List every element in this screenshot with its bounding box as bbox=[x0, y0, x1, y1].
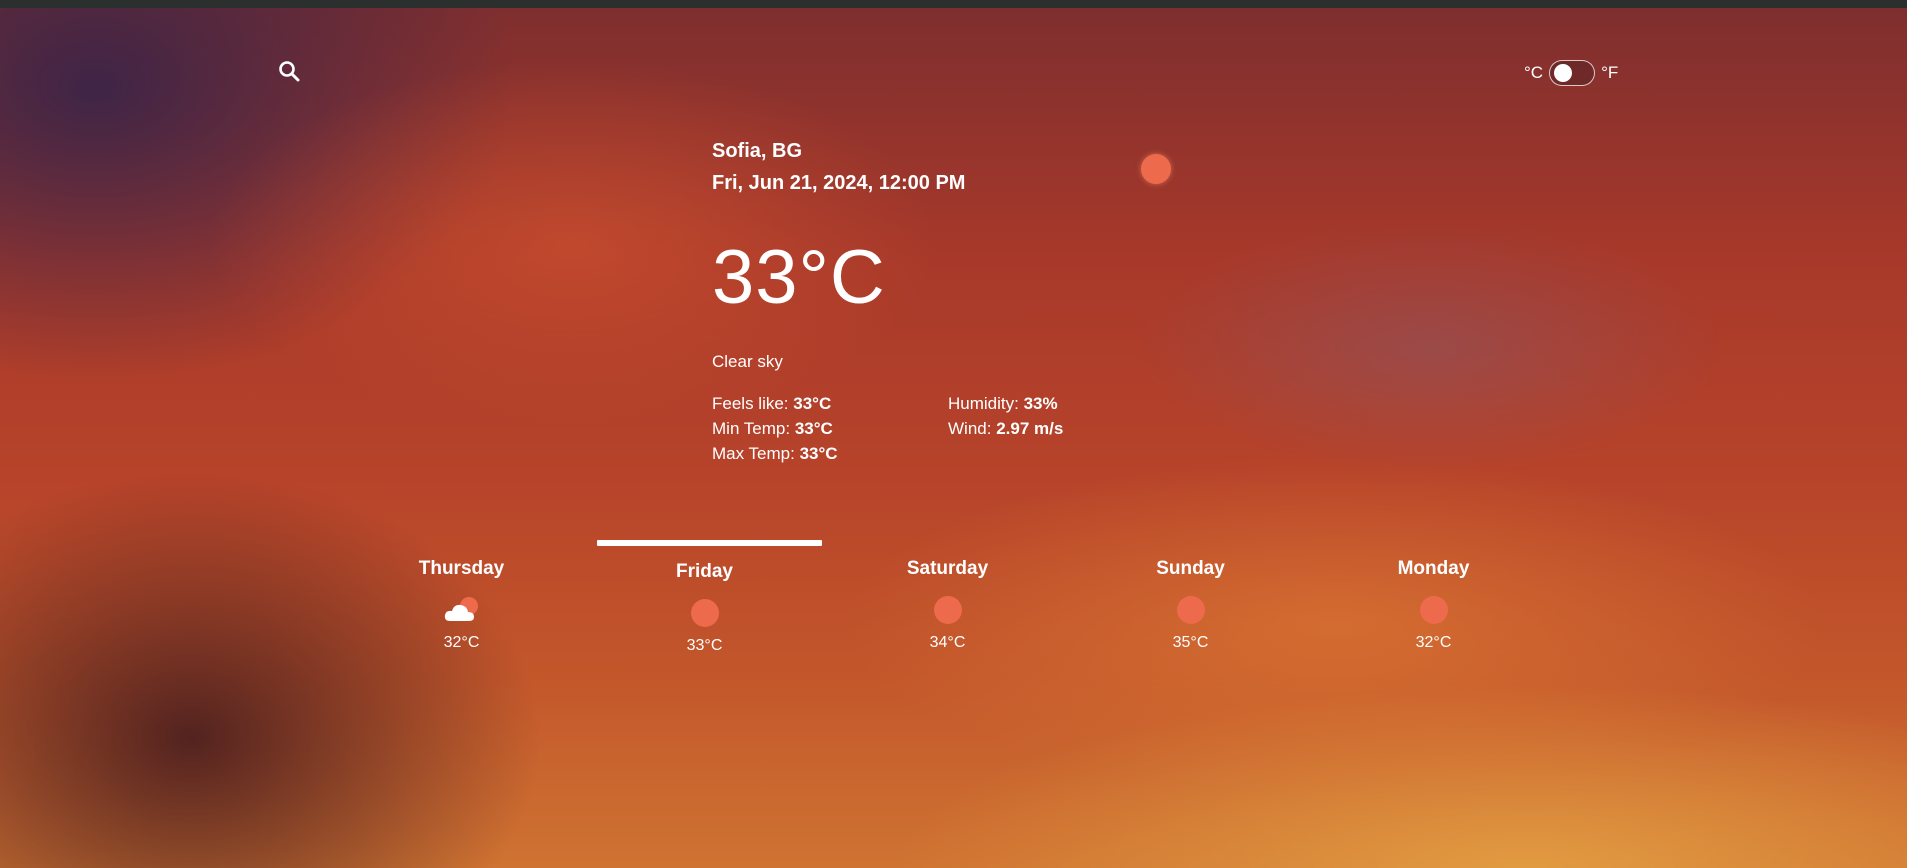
max-temp: Max Temp: 33°C bbox=[712, 444, 948, 464]
min-temp: Min Temp: 33°C bbox=[712, 419, 948, 439]
wind: Wind: 2.97 m/s bbox=[948, 419, 1148, 439]
feels-like-value: 33°C bbox=[793, 394, 832, 413]
feels-like: Feels like: 33°C bbox=[712, 394, 948, 414]
forecast-day-name: Monday bbox=[1397, 558, 1470, 579]
max-temp-value: 33°C bbox=[799, 444, 838, 463]
forecast-day-name: Thursday bbox=[418, 558, 505, 579]
sun-icon-wrapper bbox=[583, 591, 826, 635]
feels-like-label: Feels like: bbox=[712, 394, 794, 413]
humidity: Humidity: 33% bbox=[948, 394, 1148, 414]
sun-icon bbox=[1419, 596, 1448, 624]
sun-icon bbox=[690, 599, 719, 627]
weather-details: Feels like: 33°C Humidity: 33% Min Temp:… bbox=[712, 394, 1412, 464]
forecast-day-name: Sunday bbox=[1156, 558, 1225, 579]
forecast-temp: 32°C bbox=[443, 634, 480, 651]
humidity-value: 33% bbox=[1023, 394, 1058, 413]
forecast-day-friday[interactable]: Friday 33°C bbox=[583, 540, 826, 680]
celsius-label: °C bbox=[1524, 63, 1544, 82]
forecast-temp: 32°C bbox=[1415, 634, 1452, 651]
sun-icon-wrapper bbox=[1312, 588, 1555, 632]
forecast-day-sunday[interactable]: Sunday 35°C bbox=[1069, 540, 1312, 680]
fahrenheit-label: °F bbox=[1601, 63, 1619, 82]
current-temperature: 33°C bbox=[712, 235, 886, 320]
wind-value: 2.97 m/s bbox=[996, 419, 1064, 438]
unit-toggle: °C °F bbox=[1524, 58, 1618, 88]
current-datetime: Fri, Jun 21, 2024, 12:00 PM bbox=[712, 172, 966, 194]
sun-icon bbox=[1176, 596, 1205, 624]
sun-icon bbox=[933, 596, 962, 624]
forecast-temp: 34°C bbox=[929, 634, 966, 651]
forecast-day-name: Saturday bbox=[906, 558, 989, 579]
forecast-temp: 35°C bbox=[1172, 634, 1209, 651]
sun-icon-wrapper bbox=[1069, 588, 1312, 632]
sun-icon bbox=[1141, 154, 1171, 184]
top-bar bbox=[0, 0, 1907, 8]
min-temp-label: Min Temp: bbox=[712, 419, 795, 438]
unit-switch[interactable] bbox=[1549, 60, 1596, 86]
unit-switch-knob bbox=[1554, 64, 1573, 82]
sun-icon-wrapper bbox=[826, 588, 1069, 632]
weather-condition: Clear sky bbox=[712, 352, 783, 371]
forecast-day-thursday[interactable]: Thursday 32°C bbox=[340, 540, 583, 680]
city-name: Sofia, BG bbox=[712, 140, 803, 162]
forecast-day-name: Friday bbox=[675, 561, 734, 582]
forecast-strip: Thursday 32°C Friday 33°C Saturday 34°C … bbox=[340, 540, 1555, 680]
current-weather: Sofia, BG Fri, Jun 21, 2024, 12:00 PM 33… bbox=[712, 140, 1412, 464]
humidity-label: Humidity: bbox=[948, 394, 1024, 413]
search-icon bbox=[277, 59, 301, 88]
partly-cloudy-icon bbox=[340, 588, 583, 632]
max-temp-label: Max Temp: bbox=[712, 444, 800, 463]
forecast-day-saturday[interactable]: Saturday 34°C bbox=[826, 540, 1069, 680]
search-button[interactable] bbox=[276, 60, 302, 86]
forecast-day-monday[interactable]: Monday 32°C bbox=[1312, 540, 1555, 680]
min-temp-value: 33°C bbox=[794, 419, 833, 438]
wind-label: Wind: bbox=[948, 419, 997, 438]
forecast-temp: 33°C bbox=[686, 637, 723, 654]
